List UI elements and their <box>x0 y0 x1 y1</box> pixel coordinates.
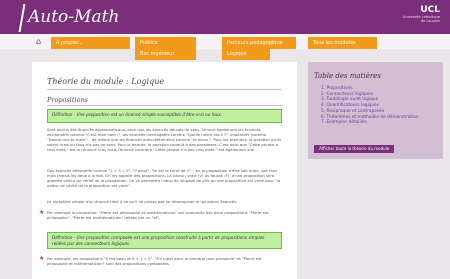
toc-item[interactable]: 7. Exemples détaillés <box>321 120 419 126</box>
show-full-theory-button[interactable]: Afficher toute la théorie du module <box>314 145 395 153</box>
example-star-icon: ★ <box>39 255 45 262</box>
definition-text: Définition - Une proposition est un énon… <box>52 112 223 117</box>
tab-label: À propos... <box>56 40 83 46</box>
logo-sqrt-mark <box>18 4 26 32</box>
tab-publics[interactable]: Publics <box>135 37 196 49</box>
section-heading: Propositions <box>47 96 89 104</box>
definition-box-proposition: Définition - Une proposition est un énon… <box>47 109 282 123</box>
subtab-label: Bac ingénieur <box>140 51 175 57</box>
title-divider <box>47 89 282 90</box>
tab-label: Publics <box>140 40 158 46</box>
ucl-logo[interactable]: UCL <box>420 5 440 15</box>
paragraph-exclusions: Sont exclus des énoncés agrammaticaux, a… <box>47 127 282 152</box>
section-divider <box>47 105 282 106</box>
example-star-icon: ★ <box>39 209 45 216</box>
home-icon[interactable]: ⌂ <box>36 37 46 46</box>
definition-text: Définition - Une proposition composée es… <box>52 235 265 246</box>
tab-label: Tous les modules <box>313 40 356 46</box>
paragraph-exemple-propositions: Par exemple, les propositions "Il fait b… <box>47 256 262 266</box>
subtab-label: Logique <box>227 51 247 57</box>
toc-title: Table des matières <box>314 72 381 80</box>
page-title: Théorie du module : Logique <box>47 77 165 86</box>
table-of-contents-panel: Table des matières 1. Propositions 2. Co… <box>308 62 443 159</box>
subtab-bac-ingenieur[interactable]: Bac ingénieur <box>135 49 196 60</box>
paragraph-affirmatifs: Des énoncés affirmatifs comme "2 + 3 = 5… <box>47 168 281 188</box>
paragraph-exemple-composee: Par exemple la proposition "Pierre est p… <box>47 210 269 220</box>
tab-parcours-pedagogique[interactable]: Parcours pédagogique <box>222 37 296 49</box>
tab-a-propos[interactable]: À propos... <box>51 37 130 49</box>
paragraph-simple: Le caractère simple d'un énoncé tient à … <box>47 199 238 204</box>
site-banner: Auto-Math UCL Université catholique de L… <box>0 0 450 34</box>
tab-tous-les-modules[interactable]: Tous les modules <box>308 37 377 49</box>
site-logo[interactable]: Auto-Math <box>28 8 119 26</box>
definition-box-composee: Définition - Une proposition composée es… <box>47 232 282 249</box>
tab-label: Parcours pédagogique <box>227 40 283 46</box>
ucl-subtitle: Université catholique de Louvain <box>402 15 440 23</box>
subtab-logique[interactable]: Logique <box>222 49 270 60</box>
content-panel: Théorie du module : Logique Propositions… <box>32 62 297 279</box>
toc-list: 1. Propositions 2. Connecteurs logiques … <box>321 86 419 126</box>
